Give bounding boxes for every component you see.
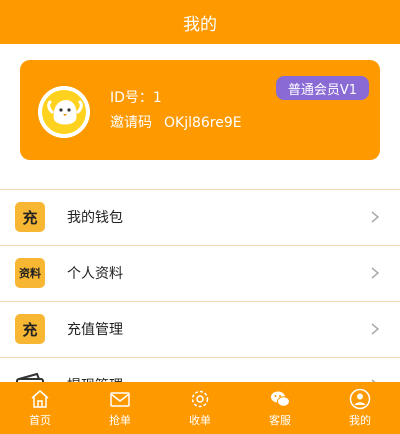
chevron-right-icon xyxy=(371,211,380,223)
user-icon xyxy=(349,388,371,410)
chick-avatar-icon xyxy=(38,86,90,138)
chevron-right-icon xyxy=(371,267,380,279)
profile-card: ID号：1 邀请码 OKjl86re9E 普通会员V1 xyxy=(20,60,380,160)
menu-item-label: 个人资料 xyxy=(67,266,123,282)
tab-label: 抢单 xyxy=(109,414,131,427)
chevron-right-icon xyxy=(371,323,380,335)
tab-receive-order[interactable]: 收单 xyxy=(160,382,240,434)
menu-list: 充 我的钱包 资料 个人资料 充 充值管理 提现管理 xyxy=(0,189,400,413)
invite-code-label: 邀请码 xyxy=(110,115,152,131)
tab-home[interactable]: 首页 xyxy=(0,382,80,434)
avatar[interactable] xyxy=(38,86,90,138)
mail-icon xyxy=(110,392,130,407)
menu-item-wallet[interactable]: 充 我的钱包 xyxy=(0,189,400,245)
page-title: 我的 xyxy=(183,14,217,35)
user-id: ID号：1 xyxy=(110,90,162,106)
invite-code-value: OKjl86re9E xyxy=(164,115,242,131)
profile-icon: 资料 xyxy=(15,258,45,288)
gear-icon xyxy=(191,390,209,408)
member-level-badge: 普通会员V1 xyxy=(275,76,369,100)
top-bar: 我的 xyxy=(0,0,400,44)
recharge-icon: 充 xyxy=(15,314,45,344)
menu-item-recharge[interactable]: 充 充值管理 xyxy=(0,301,400,357)
menu-item-label: 我的钱包 xyxy=(67,210,123,226)
tab-label: 首页 xyxy=(29,414,51,427)
menu-item-label: 充值管理 xyxy=(67,322,123,338)
wechat-icon xyxy=(271,391,290,407)
recharge-icon: 充 xyxy=(15,202,45,232)
tab-customer-service[interactable]: 客服 xyxy=(240,382,320,434)
tab-label: 我的 xyxy=(349,414,371,427)
home-icon xyxy=(31,390,49,408)
invite-code-row: 邀请码 OKjl86re9E xyxy=(110,112,242,132)
menu-item-profile[interactable]: 资料 个人资料 xyxy=(0,245,400,301)
tab-label: 收单 xyxy=(189,414,211,427)
tab-mine[interactable]: 我的 xyxy=(320,382,400,434)
bottom-tab-bar: 首页 抢单 收单 客服 我的 xyxy=(0,382,400,434)
tab-grab-order[interactable]: 抢单 xyxy=(80,382,160,434)
tab-label: 客服 xyxy=(269,414,291,427)
